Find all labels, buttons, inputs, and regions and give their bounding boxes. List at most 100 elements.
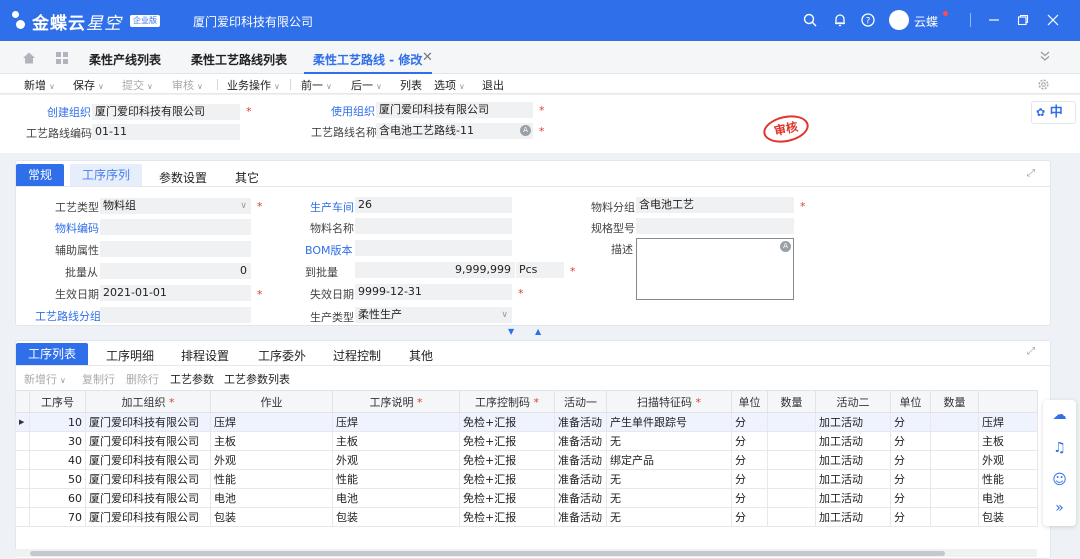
column-header[interactable]: 单位 (731, 390, 768, 413)
minimize-icon[interactable] (985, 11, 1003, 29)
table-cell[interactable]: 免检+汇报 (459, 488, 555, 508)
table-cell[interactable]: 70 (29, 507, 86, 527)
table-cell[interactable]: 厦门爱印科技有限公司 (85, 450, 211, 470)
route-name-field[interactable]: 含电池工艺路线-11 (376, 123, 533, 139)
delete-row-button[interactable]: 删除行 (126, 371, 159, 387)
route-group-label[interactable]: 工艺路线分组 (35, 308, 101, 324)
table-cell[interactable]: 外观 (332, 450, 460, 470)
table-cell[interactable]: 分 (731, 412, 768, 432)
table-cell[interactable]: 厦门爱印科技有限公司 (85, 431, 211, 451)
table-cell[interactable]: 主板 (210, 431, 333, 451)
table-cell[interactable]: 厦门爱印科技有限公司 (85, 488, 211, 508)
chevron-double-down-icon[interactable] (1036, 47, 1054, 65)
next-button[interactable]: 后一 ∨ (351, 77, 382, 93)
table-cell[interactable]: 电池 (978, 488, 1038, 508)
table-cell[interactable] (767, 412, 816, 432)
table-row[interactable]: 30 厦门爱印科技有限公司 主板 主板 免检+汇报 准备活动无分加工活动分主板 (15, 431, 1038, 451)
options-button[interactable]: 选项 ∨ (434, 77, 465, 93)
table-cell[interactable] (930, 469, 979, 489)
route-group-field[interactable] (100, 307, 251, 323)
smile-icon[interactable]: ☺ (1043, 472, 1076, 488)
table-cell[interactable]: 40 (29, 450, 86, 470)
qty-to-field[interactable]: 9,999,999 (355, 262, 515, 278)
expand-icon[interactable]: ⤢ (1027, 168, 1035, 179)
column-header[interactable] (978, 390, 1038, 413)
table-cell[interactable]: 准备活动 (554, 412, 607, 432)
table-cell[interactable]: 主板 (978, 431, 1038, 451)
business-ops-button[interactable]: 业务操作 ∨ (227, 77, 280, 93)
table-cell[interactable]: 电池 (210, 488, 333, 508)
table-cell[interactable]: 厦门爱印科技有限公司 (85, 507, 211, 527)
search-icon[interactable] (801, 11, 819, 29)
table-cell[interactable]: 加工活动 (815, 469, 891, 489)
create-org-label[interactable]: 创建组织 (47, 104, 91, 120)
table-cell[interactable]: 无 (606, 431, 732, 451)
table-cell[interactable]: 分 (731, 507, 768, 527)
table-cell[interactable]: 准备活动 (554, 507, 607, 527)
bom-version-field[interactable] (355, 240, 512, 256)
previous-button[interactable]: 前一 ∨ (301, 77, 332, 93)
tab-param-settings[interactable]: 参数设置 (159, 169, 207, 186)
multilang-icon[interactable]: A (780, 241, 791, 252)
table-cell[interactable]: 分 (731, 431, 768, 451)
bell-icon[interactable] (831, 11, 849, 29)
table-cell[interactable] (930, 431, 979, 451)
settings-gear-icon[interactable] (1034, 75, 1052, 93)
table-cell[interactable]: 压焊 (332, 412, 460, 432)
table-cell[interactable]: 10 (29, 412, 86, 432)
submit-button[interactable]: 提交 ∨ (122, 77, 153, 93)
table-cell[interactable]: 50 (29, 469, 86, 489)
table-cell[interactable] (767, 488, 816, 508)
audit-button[interactable]: 审核 ∨ (172, 77, 203, 93)
table-row[interactable]: 60 厦门爱印科技有限公司 电池 电池 免检+汇报 准备活动无分加工活动分电池 (15, 488, 1038, 508)
table-cell[interactable]: 分 (890, 469, 931, 489)
column-header[interactable]: 单位 (890, 390, 931, 413)
table-cell[interactable]: 分 (890, 507, 931, 527)
material-name-field[interactable] (355, 218, 512, 234)
bom-version-label[interactable]: BOM版本 (305, 242, 353, 258)
table-cell[interactable] (767, 431, 816, 451)
headset-icon[interactable]: ♫ (1043, 440, 1076, 456)
table-cell[interactable]: 压焊 (978, 412, 1038, 432)
username[interactable]: 云蝶 (914, 13, 938, 30)
table-cell[interactable]: 准备活动 (554, 431, 607, 451)
table-cell[interactable]: 准备活动 (554, 469, 607, 489)
table-cell[interactable]: 分 (890, 488, 931, 508)
process-params-list-button[interactable]: 工艺参数列表 (224, 371, 290, 387)
collapse-up-icon[interactable]: ▲ (535, 327, 541, 336)
tab-process-sequence[interactable]: 工序序列 (70, 164, 142, 186)
description-textarea[interactable] (636, 238, 794, 300)
column-header[interactable]: 活动二 (815, 390, 891, 413)
table-cell[interactable]: 分 (890, 431, 931, 451)
table-cell[interactable]: 包装 (210, 507, 333, 527)
workshop-label[interactable]: 生产车间 (310, 199, 354, 215)
tab-flex-route-list[interactable]: 柔性工艺路线列表 (191, 51, 287, 68)
cloud-icon[interactable]: ☁ (1043, 407, 1076, 423)
table-cell[interactable] (767, 450, 816, 470)
expiry-date-field[interactable]: 9999-12-31 (355, 284, 512, 300)
table-cell[interactable]: 准备活动 (554, 450, 607, 470)
new-button[interactable]: 新增 ∨ (24, 77, 55, 93)
table-cell[interactable]: 绑定产品 (606, 450, 732, 470)
workshop-field[interactable]: 26 (355, 197, 512, 213)
company-name[interactable]: 厦门爱印科技有限公司 (193, 13, 313, 30)
table-cell[interactable] (930, 412, 979, 432)
table-cell[interactable]: 外观 (210, 450, 333, 470)
close-icon[interactable] (1044, 11, 1062, 29)
chevron-double-right-icon[interactable]: » (1043, 500, 1076, 516)
tab-process-detail[interactable]: 工序明细 (106, 347, 154, 364)
save-button[interactable]: 保存 ∨ (73, 77, 104, 93)
help-icon[interactable]: ? (859, 11, 877, 29)
tab-others[interactable]: 其他 (409, 347, 433, 364)
table-cell[interactable]: 无 (606, 507, 732, 527)
table-cell[interactable]: 加工活动 (815, 488, 891, 508)
table-row[interactable]: ▶ 10 厦门爱印科技有限公司 压焊 压焊 免检+汇报 准备活动 产生单件跟踪号分加工活动分压… (15, 412, 1038, 432)
table-cell[interactable] (930, 450, 979, 470)
table-cell[interactable]: 无 (606, 488, 732, 508)
table-cell[interactable] (930, 507, 979, 527)
tab-process-control[interactable]: 过程控制 (333, 347, 381, 364)
aux-attr-field[interactable] (100, 241, 251, 257)
table-cell[interactable] (930, 488, 979, 508)
material-code-label[interactable]: 物料编码 (55, 220, 99, 236)
column-header[interactable]: 工序说明 * (332, 390, 460, 413)
